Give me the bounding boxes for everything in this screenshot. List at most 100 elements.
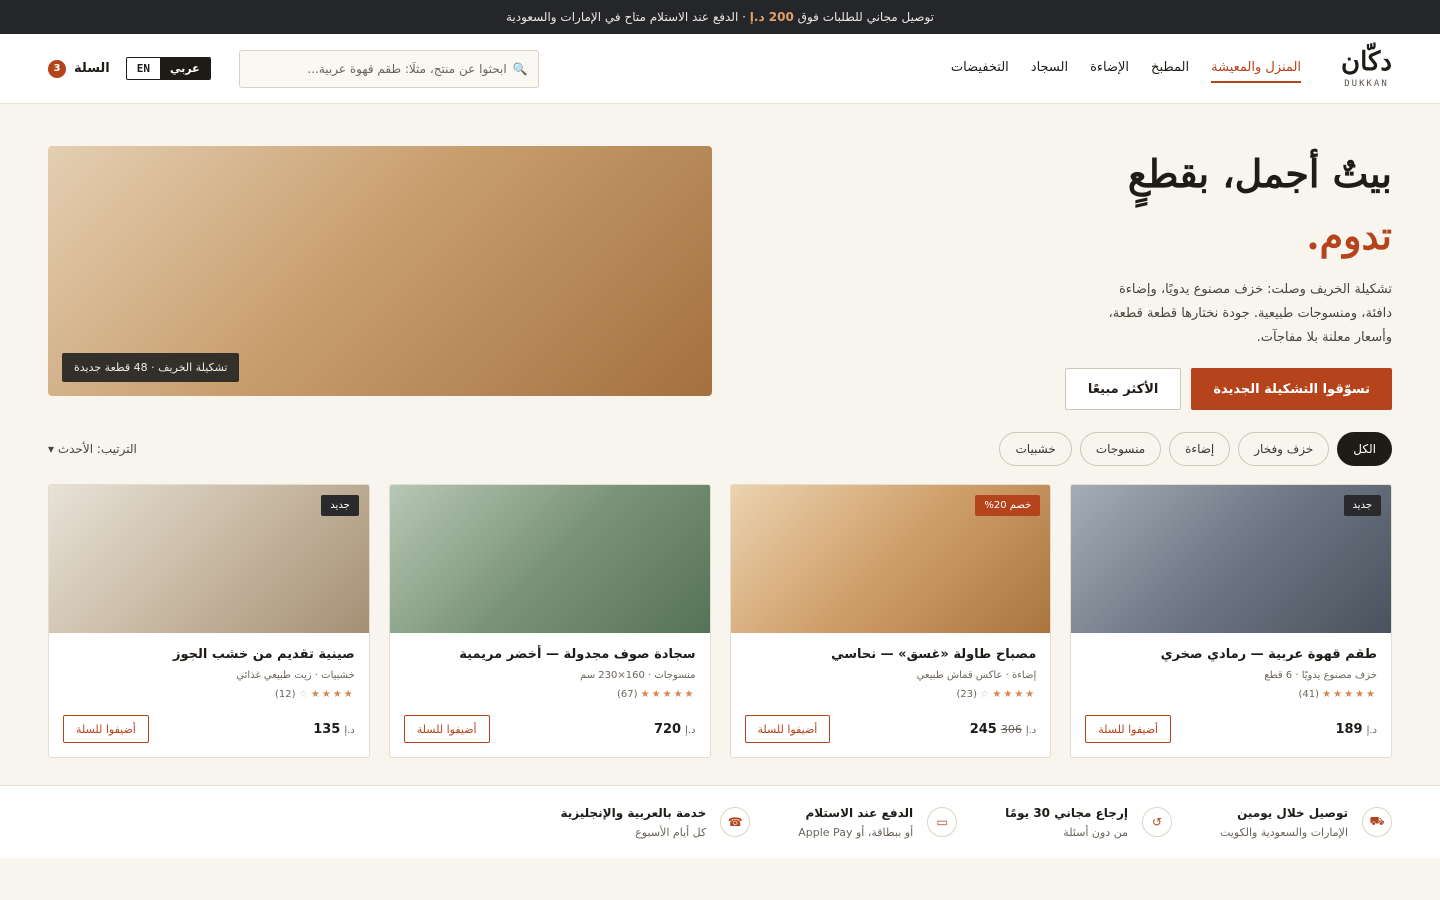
- cod-text: · الدفع عند الاستلام متاح في الإمارات وا…: [506, 10, 746, 24]
- product-info: طقم قهوة عربية — رمادي صخري خزف مصنوع يد…: [1071, 633, 1391, 700]
- review-count: (67): [616, 689, 638, 700]
- product-meta: خشبيات · زيت طبيعي غذائي: [236, 670, 355, 681]
- price-value: 720: [653, 721, 682, 737]
- feature-returns: ↺ إرجاع مجاني 30 يومًا من دون أسئلة: [1005, 806, 1172, 839]
- product-card[interactable]: جديد طقم قهوة عربية — رمادي صخري خزف مصن…: [1070, 484, 1392, 758]
- feature-subtitle: من دون أسئلة: [1063, 825, 1128, 839]
- feature-title: إرجاع مجاني 30 يومًا: [1005, 805, 1128, 820]
- product-meta: إضاءة · عاكس قماش طبيعي: [916, 670, 1037, 681]
- product-rating: ★★★★ ☆ (12): [63, 689, 355, 700]
- shop-new-collection-button[interactable]: تسوّقوا التشكيلة الجديدة: [1191, 368, 1392, 410]
- lang-arabic[interactable]: عربي: [160, 58, 210, 79]
- product-badge: جديد: [321, 495, 359, 516]
- chip-lighting[interactable]: إضاءة: [1169, 432, 1231, 466]
- product-price: د.إ 189: [1335, 722, 1377, 737]
- product-price: د.إ 720: [654, 722, 696, 737]
- product-footer: د.إ 135 أضيفوا للسلة: [63, 715, 355, 743]
- feature-support: ☎ خدمة بالعربية والإنجليزية كل أيام الأس…: [560, 806, 751, 839]
- product-title[interactable]: سجادة صوف مجدولة — أخضر مريمية: [404, 647, 695, 662]
- feature-title: خدمة بالعربية والإنجليزية: [560, 805, 707, 820]
- chip-woodwork[interactable]: خشبيات: [999, 432, 1072, 466]
- hero-actions: تسوّقوا التشكيلة الجديدة الأكثر مبيعًا: [752, 368, 1392, 410]
- product-title[interactable]: طقم قهوة عربية — رمادي صخري: [1085, 647, 1377, 662]
- search-input[interactable]: [249, 61, 507, 76]
- product-title[interactable]: مصباح طاولة «غسق» — نحاسي: [745, 647, 1036, 662]
- lang-english[interactable]: EN: [126, 58, 161, 79]
- currency-label: د.إ: [344, 724, 355, 736]
- feature-text: خدمة بالعربية والإنجليزية كل أيام الأسبو…: [560, 806, 706, 839]
- review-count: (23): [956, 689, 978, 700]
- star-rating-icon: ★★★★★: [640, 689, 696, 700]
- cart-button[interactable]: السلة 3: [48, 59, 110, 78]
- product-footer: د.إ 189 أضيفوا للسلة: [1085, 715, 1377, 743]
- star-empty-icon: ☆: [980, 689, 990, 700]
- add-to-cart-button[interactable]: أضيفوا للسلة: [744, 715, 831, 743]
- review-count: (12): [275, 689, 296, 700]
- features-bar: ⛟ توصيل خلال يومين الإمارات والسعودية وا…: [0, 785, 1440, 858]
- product-image[interactable]: [389, 485, 710, 633]
- sort-dropdown[interactable]: الترتيب: الأحدث ▾: [48, 442, 137, 456]
- product-card[interactable]: جديد صينية تقديم من خشب الجوز خشبيات · ز…: [48, 484, 370, 758]
- product-image[interactable]: خصم 20%: [730, 485, 1051, 633]
- star-rating-icon: ★★★★★: [1322, 689, 1377, 700]
- site-header: دكّان DUKKAN المنزل والمعيشة المطبخ الإض…: [0, 34, 1440, 104]
- best-sellers-button[interactable]: الأكثر مبيعًا: [1064, 368, 1182, 410]
- product-meta: منسوجات · 160×230 سم: [580, 670, 696, 681]
- currency-label: د.إ: [1366, 724, 1377, 736]
- product-rating: ★★★★★ (41): [1085, 689, 1377, 700]
- product-footer: د.إ 720 أضيفوا للسلة: [403, 715, 696, 743]
- review-count: (41): [1298, 689, 1319, 700]
- product-title[interactable]: صينية تقديم من خشب الجوز: [63, 647, 355, 662]
- add-to-cart-button[interactable]: أضيفوا للسلة: [1085, 715, 1172, 743]
- price-value: 135: [313, 721, 341, 737]
- product-info: صينية تقديم من خشب الجوز خشبيات · زيت طب…: [49, 633, 369, 700]
- announcement-bar: توصيل مجاني للطلبات فوق 200 د.إ · الدفع …: [0, 0, 1440, 34]
- language-toggle: عربي EN: [125, 57, 211, 80]
- product-card[interactable]: خصم 20% مصباح طاولة «غسق» — نحاسي إضاءة …: [729, 484, 1052, 758]
- nav-item-lighting[interactable]: الإضاءة: [1090, 54, 1129, 83]
- feature-title: توصيل خلال يومين: [1237, 805, 1348, 820]
- feature-subtitle: كل أيام الأسبوع: [635, 825, 707, 839]
- feature-text: الدفع عند الاستلام أو ببطاقة، أو Apple P…: [798, 806, 913, 839]
- cart-label: السلة: [74, 61, 110, 76]
- hero-title: بيتٌ أجمل، بقطعٍ: [1127, 151, 1392, 196]
- feature-subtitle: الإمارات والسعودية والكويت: [1219, 825, 1348, 839]
- price-value: 245: [969, 721, 997, 737]
- product-rating: ★★★★★ (67): [404, 689, 696, 700]
- product-rating: ★★★★ ☆ (23): [745, 689, 1037, 700]
- product-info: مصباح طاولة «غسق» — نحاسي إضاءة · عاكس ق…: [731, 633, 1051, 700]
- hero-text: بيتٌ أجمل، بقطعٍ تدوم. تشكيلة الخريف وصل…: [752, 146, 1392, 410]
- main-nav: المنزل والمعيشة المطبخ الإضاءة السجاد ال…: [951, 54, 1302, 83]
- logo-english: DUKKAN: [1344, 78, 1389, 89]
- nav-item-home-living[interactable]: المنزل والمعيشة: [1211, 54, 1302, 83]
- product-image[interactable]: جديد: [1071, 485, 1391, 633]
- feature-payment: ▭ الدفع عند الاستلام أو ببطاقة، أو Apple…: [798, 806, 958, 839]
- nav-item-kitchen[interactable]: المطبخ: [1151, 54, 1189, 83]
- star-empty-icon: ☆: [298, 689, 308, 700]
- product-image[interactable]: جديد: [49, 485, 369, 633]
- product-card[interactable]: سجادة صوف مجدولة — أخضر مريمية منسوجات ·…: [388, 484, 711, 758]
- return-icon: ↺: [1141, 807, 1172, 837]
- product-meta: خزف مصنوع يدويًا · 6 قطع: [1264, 670, 1377, 681]
- payment-icon: ▭: [927, 807, 958, 837]
- chip-textiles[interactable]: منسوجات: [1079, 432, 1162, 466]
- chip-all[interactable]: الكل: [1337, 432, 1392, 466]
- product-price: د.إ 135: [313, 722, 355, 737]
- currency-label: د.إ: [685, 724, 696, 736]
- chip-ceramics[interactable]: خزف وفخار: [1238, 432, 1330, 466]
- price-value: 189: [1335, 721, 1363, 737]
- feature-title: الدفع عند الاستلام: [805, 805, 914, 820]
- feature-subtitle: أو ببطاقة، أو Apple Pay: [798, 825, 914, 839]
- hero-title-accent: تدوم.: [1306, 213, 1392, 258]
- feature-text: توصيل خلال يومين الإمارات والسعودية والك…: [1220, 806, 1348, 839]
- add-to-cart-button[interactable]: أضيفوا للسلة: [63, 715, 149, 743]
- star-rating-icon: ★★★★: [992, 689, 1037, 700]
- phone-icon: ☎: [720, 807, 751, 837]
- nav-item-sale[interactable]: التخفيضات: [951, 54, 1009, 83]
- discount-badge: خصم 20%: [975, 495, 1041, 516]
- product-grid: جديد طقم قهوة عربية — رمادي صخري خزف مصن…: [0, 466, 1440, 758]
- add-to-cart-button[interactable]: أضيفوا للسلة: [403, 715, 490, 743]
- logo[interactable]: دكّان DUKKAN: [1341, 49, 1392, 89]
- nav-item-rugs[interactable]: السجاد: [1031, 54, 1068, 83]
- search-icon[interactable]: 🔍: [513, 62, 528, 76]
